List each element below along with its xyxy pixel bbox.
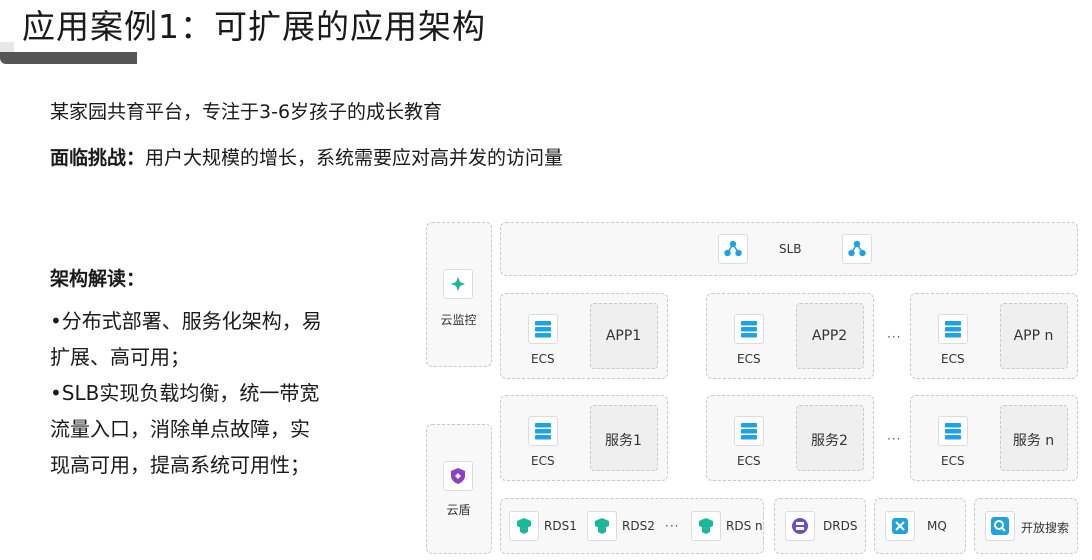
ecs-icon — [734, 314, 764, 344]
page-title: 应用案例1：可扩展的应用架构 — [22, 7, 486, 46]
app-box: APP2 — [796, 303, 864, 369]
service-label: 服务2 — [811, 433, 848, 449]
service-label: 服务1 — [605, 433, 642, 449]
search-icon — [985, 511, 1015, 541]
slb-icon — [718, 234, 748, 264]
rds-icon — [691, 511, 721, 541]
ellipsis: ··· — [665, 519, 680, 533]
analysis-heading: 架构解读： — [50, 268, 146, 290]
shield-label: 云盾 — [446, 503, 471, 517]
ecs-label: ECS — [531, 352, 555, 366]
ecs-icon — [528, 416, 558, 446]
mq-label: MQ — [927, 519, 947, 533]
rds-label: RDS2 — [622, 519, 655, 533]
mq-box: MQ — [874, 498, 966, 554]
app-box: APP n — [1000, 303, 1068, 369]
ecs-icon — [938, 416, 968, 446]
slb-icon — [842, 234, 872, 264]
challenge-label: 面临挑战： — [50, 147, 146, 169]
analysis-line: 扩展、高可用； — [50, 345, 190, 369]
service-group: ECS 服务 n — [910, 395, 1078, 481]
app-group: ECS APP1 — [500, 293, 668, 379]
ecs-icon — [734, 416, 764, 446]
drds-icon — [785, 511, 815, 541]
service-group: ECS 服务1 — [500, 395, 668, 481]
search-label: 开放搜索 — [1021, 521, 1070, 535]
analysis-line: 流量入口，消除单点故障，实 — [50, 417, 310, 441]
slb-label: SLB — [779, 242, 802, 256]
app-label: APP2 — [811, 328, 848, 344]
title-accent-bar — [0, 52, 137, 64]
drds-label: DRDS — [823, 519, 858, 533]
intro-line-2: 面临挑战：用户大规模的增长，系统需要应对高并发的访问量 — [50, 143, 563, 170]
ecs-icon — [938, 314, 968, 344]
slb-box: SLB — [500, 222, 1078, 276]
ecs-label: ECS — [531, 454, 555, 468]
architecture-analysis: 架构解读： •分布式部署、服务化架构，易 扩展、高可用； •SLB实现负载均衡，… — [50, 264, 395, 483]
cloud-monitor-box: 云监控 — [426, 222, 492, 367]
app-box: APP1 — [590, 303, 658, 369]
cloud-shield-box: 云盾 — [426, 424, 492, 554]
app-label: APP n — [1013, 328, 1054, 344]
service-box: 服务 n — [1000, 405, 1068, 471]
rds-icon — [509, 511, 539, 541]
rds-label: RDS n — [726, 519, 763, 533]
ecs-label: ECS — [941, 454, 965, 468]
rds-icon — [587, 511, 617, 541]
ecs-label: ECS — [737, 352, 761, 366]
analysis-line: •SLB实现负载均衡，统一带宽 — [50, 381, 320, 405]
rds-box: RDS1 RDS2 ··· RDS n — [500, 498, 764, 554]
intro-line-1: 某家园共育平台，专注于3-6岁孩子的成长教育 — [50, 101, 443, 123]
app-group: ECS APP2 — [706, 293, 874, 379]
app-label: APP1 — [605, 328, 642, 344]
app-group: ECS APP n — [910, 293, 1078, 379]
service-box: 服务2 — [796, 405, 864, 471]
analysis-line: 现高可用，提高系统可用性； — [50, 453, 310, 477]
ecs-icon — [528, 314, 558, 344]
drds-box: DRDS — [774, 498, 866, 554]
ellipsis: ··· — [887, 432, 902, 446]
analysis-line: •分布式部署、服务化架构，易 — [50, 309, 322, 333]
mq-icon — [885, 511, 915, 541]
monitor-label: 云监控 — [440, 313, 477, 327]
rds-label: RDS1 — [544, 519, 577, 533]
service-group: ECS 服务2 — [706, 395, 874, 481]
ecs-label: ECS — [737, 454, 761, 468]
ecs-label: ECS — [941, 352, 965, 366]
ellipsis: ··· — [887, 330, 902, 344]
monitor-icon — [443, 269, 473, 299]
service-label: 服务 n — [1012, 433, 1055, 449]
shield-icon — [443, 461, 473, 491]
search-box: 开放搜索 — [974, 498, 1078, 554]
service-box: 服务1 — [590, 405, 658, 471]
challenge-text: 用户大规模的增长，系统需要应对高并发的访问量 — [145, 147, 564, 169]
